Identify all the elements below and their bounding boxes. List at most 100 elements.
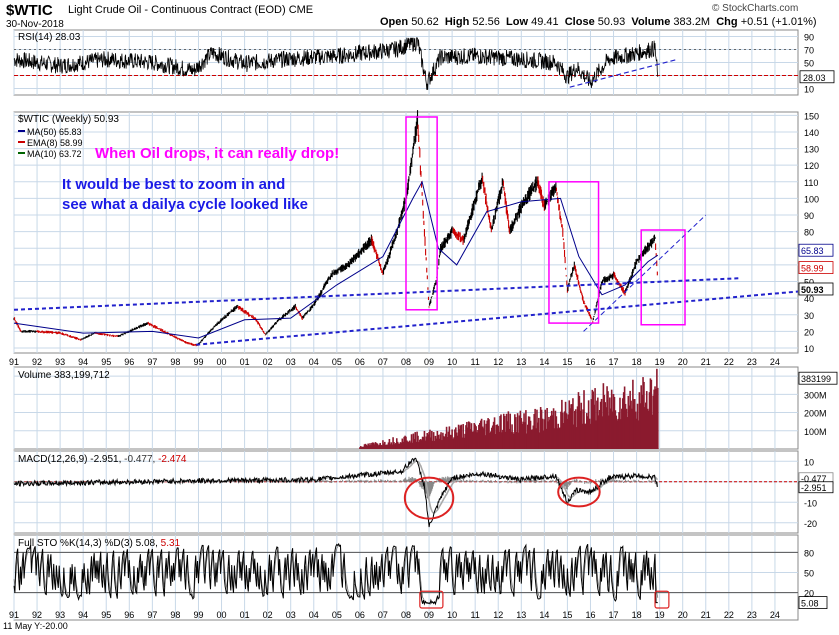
- sto-x-tick-label: 03: [286, 610, 296, 620]
- price-tick-label: 20: [804, 327, 814, 337]
- legend-entry: MA(10) 63.72: [27, 149, 82, 159]
- rsi-tick-label: 70: [804, 46, 814, 56]
- sto-x-tick-label: 94: [78, 610, 88, 620]
- sto-label-part: 5.08,: [136, 538, 161, 549]
- sto-x-tick-label: 99: [193, 610, 203, 620]
- rsi-tick-label: 50: [804, 59, 814, 69]
- sto-x-tick-label: 93: [55, 610, 65, 620]
- sto-x-tick-label: 19: [655, 610, 665, 620]
- price-tick-label: 80: [804, 228, 814, 238]
- price-x-tick-label: 97: [147, 357, 157, 367]
- volume-tick-label: 200M: [804, 409, 827, 419]
- sto-tick-label: 50: [804, 569, 814, 579]
- price-x-tick-label: 00: [217, 357, 227, 367]
- price-x-tick-label: 93: [55, 357, 65, 367]
- sto-x-tick-label: 20: [678, 610, 688, 620]
- sto-x-tick-label: 16: [585, 610, 595, 620]
- macd-tick-label: -20: [804, 519, 817, 529]
- price-x-tick-label: 21: [701, 357, 711, 367]
- sto-x-tick-label: 01: [240, 610, 250, 620]
- annotation-main: When Oil drops, it can really drop!: [95, 145, 339, 162]
- price-x-tick-label: 96: [124, 357, 134, 367]
- sto-tick-label: 80: [804, 548, 814, 558]
- sto-x-tick-label: 02: [263, 610, 273, 620]
- price-tick-label: 40: [804, 294, 814, 304]
- sto-x-tick-label: 13: [516, 610, 526, 620]
- price-x-tick-label: 99: [193, 357, 203, 367]
- price-tick-label: 30: [804, 311, 814, 321]
- price-value-label: 65.83: [801, 246, 824, 256]
- price-tick-label: 120: [804, 161, 819, 171]
- macd-tick-label: 10: [804, 457, 814, 467]
- price-x-tick-label: 09: [424, 357, 434, 367]
- price-value-label: 50.93: [801, 285, 824, 295]
- sto-x-tick-label: 91: [9, 610, 19, 620]
- sto-x-tick-label: 96: [124, 610, 134, 620]
- price-x-tick-label: 11: [471, 357, 480, 367]
- macd-label-part: MACD(12,26,9): [18, 454, 90, 465]
- rsi-tick-label: 90: [804, 33, 814, 43]
- sto-x-tick-label: 98: [170, 610, 180, 620]
- volume-last-value: 383199: [801, 374, 831, 384]
- price-x-tick-label: 22: [724, 357, 734, 367]
- sto-last-value: 5.08: [801, 599, 819, 609]
- price-x-tick-label: 20: [678, 357, 688, 367]
- annotation-sub-2: see what a dailya cycle looked like: [62, 196, 308, 213]
- price-x-tick-label: 15: [562, 357, 572, 367]
- price-x-tick-label: 04: [309, 357, 319, 367]
- price-x-tick-label: 10: [447, 357, 457, 367]
- chart-root: $WTIC Light Crude Oil - Continuous Contr…: [0, 0, 839, 635]
- sto-x-tick-label: 07: [378, 610, 388, 620]
- sto-label-part: Full STO %K(14,3) %D(3): [18, 538, 136, 549]
- price-x-tick-label: 16: [585, 357, 595, 367]
- sto-x-tick-label: 97: [147, 610, 157, 620]
- legend-entry: MA(50) 65.83: [27, 127, 82, 137]
- volume-tick-label: 100M: [804, 427, 827, 437]
- price-x-tick-label: 17: [609, 357, 619, 367]
- macd-label-part: -2.474: [158, 454, 187, 465]
- sto-x-tick-label: 00: [217, 610, 227, 620]
- rsi-last-value: 28.03: [803, 73, 826, 83]
- sto-x-tick-label: 10: [447, 610, 457, 620]
- sto-x-tick-label: 14: [539, 610, 549, 620]
- macd-tick-label: -10: [804, 498, 817, 508]
- macd-value-label: -2.951: [801, 483, 827, 493]
- macd-label-part: -0.477,: [124, 454, 158, 465]
- annotation-sub-1: It would be best to zoom in and: [62, 176, 285, 193]
- sto-x-tick-label: 08: [401, 610, 411, 620]
- price-x-tick-label: 24: [770, 357, 780, 367]
- legend-entry: EMA(8) 58.99: [27, 138, 83, 148]
- price-x-tick-label: 07: [378, 357, 388, 367]
- sto-x-tick-label: 22: [724, 610, 734, 620]
- rsi-label: RSI(14) 28.03: [18, 32, 81, 43]
- price-x-tick-label: 14: [539, 357, 549, 367]
- price-x-tick-label: 03: [286, 357, 296, 367]
- sto-x-tick-label: 04: [309, 610, 319, 620]
- price-x-tick-label: 19: [655, 357, 665, 367]
- price-x-tick-label: 95: [101, 357, 111, 367]
- price-x-tick-label: 02: [263, 357, 273, 367]
- price-x-tick-label: 94: [78, 357, 88, 367]
- macd-label-part: -2.951,: [90, 454, 124, 465]
- price-tick-label: 140: [804, 128, 819, 138]
- price-x-tick-label: 05: [332, 357, 342, 367]
- sto-x-tick-label: 95: [101, 610, 111, 620]
- price-x-tick-label: 01: [240, 357, 250, 367]
- price-x-tick-label: 91: [9, 357, 19, 367]
- sto-label-part: 5.31: [161, 538, 181, 549]
- chart-canvas: 9070503010RSI(14) 28.0328.03150140130120…: [9, 29, 838, 621]
- sto-x-tick-label: 12: [493, 610, 503, 620]
- sto-x-tick-label: 24: [770, 610, 780, 620]
- macd-label: MACD(12,26,9) -2.951, -0.477, -2.474: [18, 454, 187, 465]
- sto-x-tick-label: 18: [632, 610, 642, 620]
- sto-x-tick-label: 15: [562, 610, 572, 620]
- sto-x-tick-label: 92: [32, 610, 42, 620]
- sto-x-tick-label: 23: [747, 610, 757, 620]
- price-tick-label: 130: [804, 145, 819, 155]
- sto-x-tick-label: 17: [609, 610, 619, 620]
- volume-tick-label: 300M: [804, 390, 827, 400]
- price-x-tick-label: 08: [401, 357, 411, 367]
- price-x-tick-label: 06: [355, 357, 365, 367]
- price-x-tick-label: 13: [516, 357, 526, 367]
- price-tick-label: 110: [804, 178, 818, 188]
